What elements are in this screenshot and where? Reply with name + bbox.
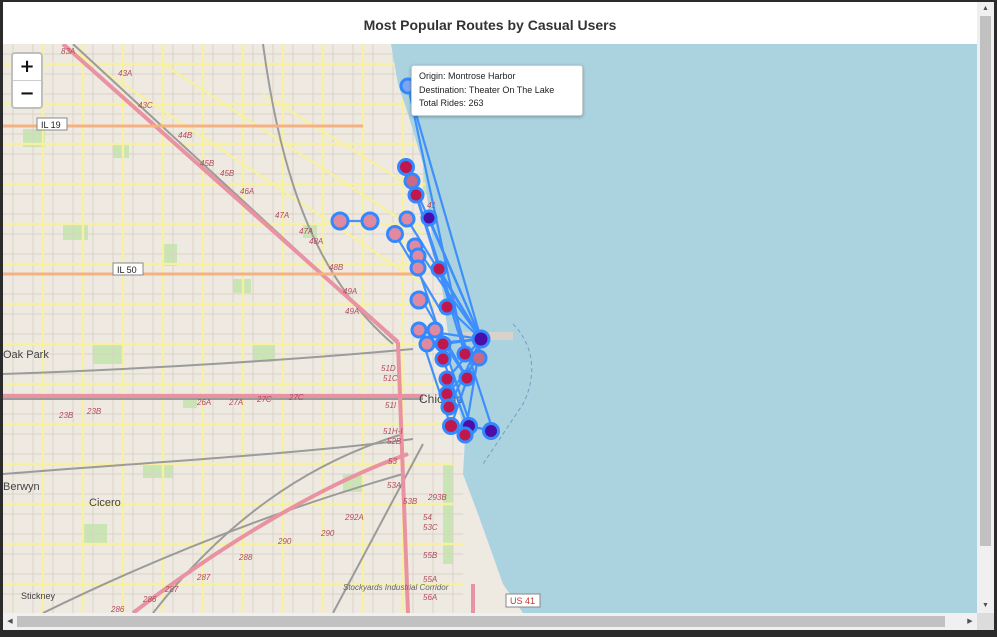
svg-text:44B: 44B: [178, 131, 193, 140]
tooltip-total-rides: Total Rides: 263: [419, 98, 484, 108]
svg-text:83A: 83A: [61, 47, 75, 56]
svg-text:53: 53: [388, 457, 397, 466]
route-marker[interactable]: [330, 211, 350, 231]
svg-text:286: 286: [142, 595, 157, 604]
svg-text:53A: 53A: [387, 481, 401, 490]
route-marker[interactable]: [398, 210, 416, 228]
route-marker[interactable]: [434, 335, 452, 353]
shield-label: IL 50: [117, 265, 137, 275]
svg-text:51C: 51C: [383, 374, 398, 383]
route-marker[interactable]: [482, 422, 500, 440]
svg-text:46A: 46A: [240, 187, 254, 196]
city-label: Oak Park: [3, 349, 49, 361]
svg-text:293B: 293B: [427, 493, 447, 502]
route-tooltip: Origin: Montrose Harbor Destination: The…: [411, 65, 583, 116]
svg-text:45B: 45B: [200, 159, 215, 168]
shield-label: IL 19: [41, 120, 61, 130]
zoom-out-button[interactable]: −: [13, 80, 41, 107]
city-label: Berwyn: [3, 481, 40, 493]
svg-text:47A: 47A: [275, 211, 289, 220]
route-marker[interactable]: [470, 349, 488, 367]
svg-text:51H-I: 51H-I: [383, 427, 403, 436]
svg-text:287: 287: [196, 573, 211, 582]
svg-text:27A: 27A: [228, 398, 243, 407]
scroll-left-icon[interactable]: ◀: [3, 613, 17, 630]
shield-label: US 41: [510, 596, 535, 606]
tooltip-origin: Origin: Montrose Harbor: [419, 71, 516, 81]
route-marker[interactable]: [360, 211, 380, 231]
svg-text:54: 54: [423, 513, 432, 522]
route-marker[interactable]: [426, 321, 444, 339]
route-marker[interactable]: [386, 225, 404, 243]
page-title: Most Popular Routes by Casual Users: [3, 2, 977, 44]
scroll-up-icon[interactable]: ▲: [977, 2, 994, 16]
route-marker[interactable]: [420, 209, 438, 227]
scroll-down-icon[interactable]: ▼: [977, 599, 994, 613]
svg-text:288: 288: [238, 553, 253, 562]
tooltip-destination: Destination: Theater On The Lake: [419, 84, 555, 95]
vertical-scrollbar[interactable]: ▲ ▼: [977, 2, 994, 613]
svg-text:53C: 53C: [423, 523, 438, 532]
svg-text:27C: 27C: [288, 393, 304, 402]
svg-text:48B: 48B: [329, 263, 344, 272]
svg-text:290: 290: [320, 529, 335, 538]
route-marker[interactable]: [458, 369, 476, 387]
city-label: Cicero: [89, 497, 121, 509]
route-marker[interactable]: [440, 398, 458, 416]
svg-text:43A: 43A: [118, 69, 132, 78]
scrollbar-corner: [977, 613, 994, 630]
svg-text:51D: 51D: [381, 364, 396, 373]
route-marker[interactable]: [403, 172, 421, 190]
svg-text:51I: 51I: [385, 401, 397, 410]
svg-text:48A: 48A: [309, 237, 323, 246]
route-marker[interactable]: [430, 260, 448, 278]
route-marker[interactable]: [409, 290, 429, 310]
svg-text:23B: 23B: [58, 411, 74, 420]
route-marker[interactable]: [409, 259, 427, 277]
svg-text:23B: 23B: [86, 407, 102, 416]
svg-text:52B: 52B: [387, 437, 402, 446]
route-marker[interactable]: [407, 186, 425, 204]
map-canvas[interactable]: Oak Park Chicago Cicero Berwyn Stickney …: [3, 44, 977, 613]
route-marker[interactable]: [442, 417, 460, 435]
horizontal-scrollbar[interactable]: ◀ ▶: [3, 613, 977, 630]
chart-frame: Most Popular Routes by Casual Users Oak …: [3, 2, 977, 613]
route-marker[interactable]: [418, 335, 436, 353]
svg-text:286: 286: [110, 605, 125, 613]
svg-text:49A: 49A: [343, 287, 357, 296]
svg-text:47A: 47A: [299, 227, 313, 236]
svg-text:53B: 53B: [403, 497, 418, 506]
svg-text:45B: 45B: [220, 169, 235, 178]
zoom-control: + −: [11, 52, 43, 109]
svg-text:292A: 292A: [344, 513, 364, 522]
route-marker[interactable]: [410, 321, 428, 339]
district-label: Stockyards Industrial Corridor: [343, 583, 449, 592]
svg-text:49A: 49A: [345, 307, 359, 316]
svg-text:290: 290: [277, 537, 292, 546]
route-marker[interactable]: [434, 350, 452, 368]
svg-text:27C: 27C: [256, 395, 272, 404]
city-label: Stickney: [21, 591, 56, 601]
svg-text:55B: 55B: [423, 551, 438, 560]
zoom-in-button[interactable]: +: [13, 54, 41, 80]
svg-text:43C: 43C: [138, 101, 153, 110]
route-marker[interactable]: [438, 298, 456, 316]
svg-text:287: 287: [164, 585, 179, 594]
route-marker[interactable]: [456, 426, 474, 444]
route-marker[interactable]: [438, 370, 456, 388]
vertical-scroll-thumb[interactable]: [980, 16, 991, 546]
svg-text:56A: 56A: [423, 593, 437, 602]
route-marker[interactable]: [456, 345, 474, 363]
svg-text:26A: 26A: [196, 398, 211, 407]
svg-text:55A: 55A: [423, 575, 437, 584]
map-svg: Oak Park Chicago Cicero Berwyn Stickney …: [3, 44, 977, 613]
route-marker[interactable]: [397, 158, 415, 176]
scroll-right-icon[interactable]: ▶: [963, 613, 977, 630]
horizontal-scroll-thumb[interactable]: [17, 616, 945, 627]
route-marker[interactable]: [471, 329, 491, 349]
